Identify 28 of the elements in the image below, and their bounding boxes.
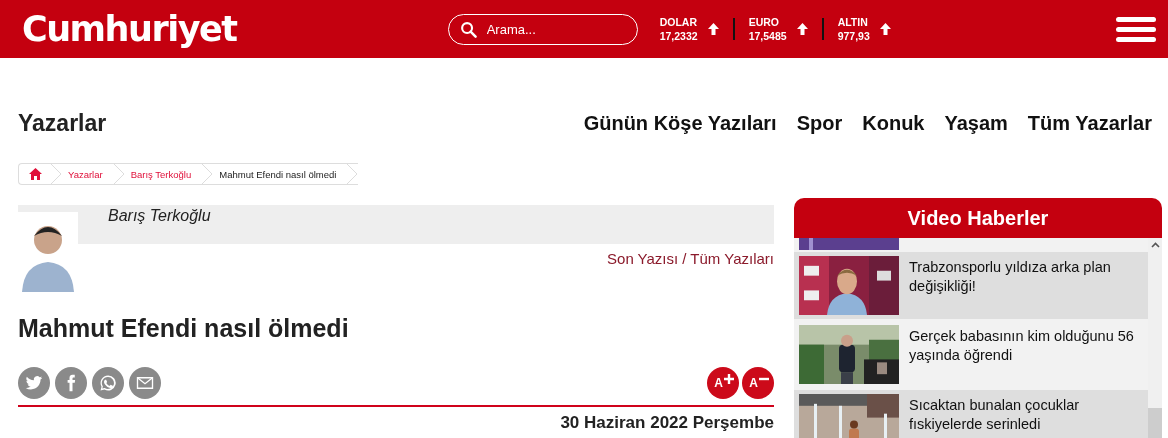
currency-value: 17,5485 — [748, 29, 787, 43]
nav-link[interactable]: Yaşam — [944, 112, 1008, 135]
video-item[interactable]: Sıcaktan bunalan çocuklar fıskiyelerde serinledi — [794, 390, 1148, 438]
font-size-button[interactable]: A — [707, 367, 739, 399]
currency-name: EURO — [748, 15, 780, 29]
currency-name: ALTIN — [837, 15, 869, 29]
panel-title: Video Haberler — [794, 198, 1162, 238]
section-title: Yazarlar — [18, 110, 107, 137]
breadcrumb-link[interactable]: Yazarlar — [62, 168, 113, 180]
nav-link[interactable]: Günün Köşe Yazıları — [583, 112, 777, 135]
nav-link[interactable]: Spor — [796, 112, 843, 135]
currency-value: 977,93 — [837, 29, 870, 43]
nav-link[interactable]: Konuk — [862, 112, 925, 135]
article-title: Mahmut Efendi nasıl ölmedi — [18, 314, 350, 343]
nav-link[interactable]: Tüm Yazarlar — [1027, 112, 1152, 135]
search-field[interactable]: Arama... — [447, 13, 638, 45]
site-logo[interactable]: Cumhuriyet — [22, 9, 237, 49]
article-date: 30 Haziran 2022 Perşembe — [559, 413, 774, 433]
latest-article-link[interactable]: Son Yazısı — [607, 250, 679, 270]
link-separator: / — [682, 250, 687, 269]
currency-name: DOLAR — [659, 15, 698, 29]
currency-value: 17,2332 — [659, 29, 698, 43]
font-size-button[interactable]: A — [742, 367, 774, 399]
all-articles-link[interactable]: Tüm Yazıları — [690, 250, 774, 270]
author-name[interactable]: Barış Terkoğlu — [108, 207, 211, 224]
video-item[interactable]: Trabzonsporlu yıldıza arka plan değişikliği! — [794, 252, 1148, 319]
breadcrumb-link[interactable]: Mahmut Efendi nasıl ölmedi — [213, 168, 347, 180]
breadcrumb-link[interactable]: Barış Terkoğlu — [124, 168, 202, 180]
